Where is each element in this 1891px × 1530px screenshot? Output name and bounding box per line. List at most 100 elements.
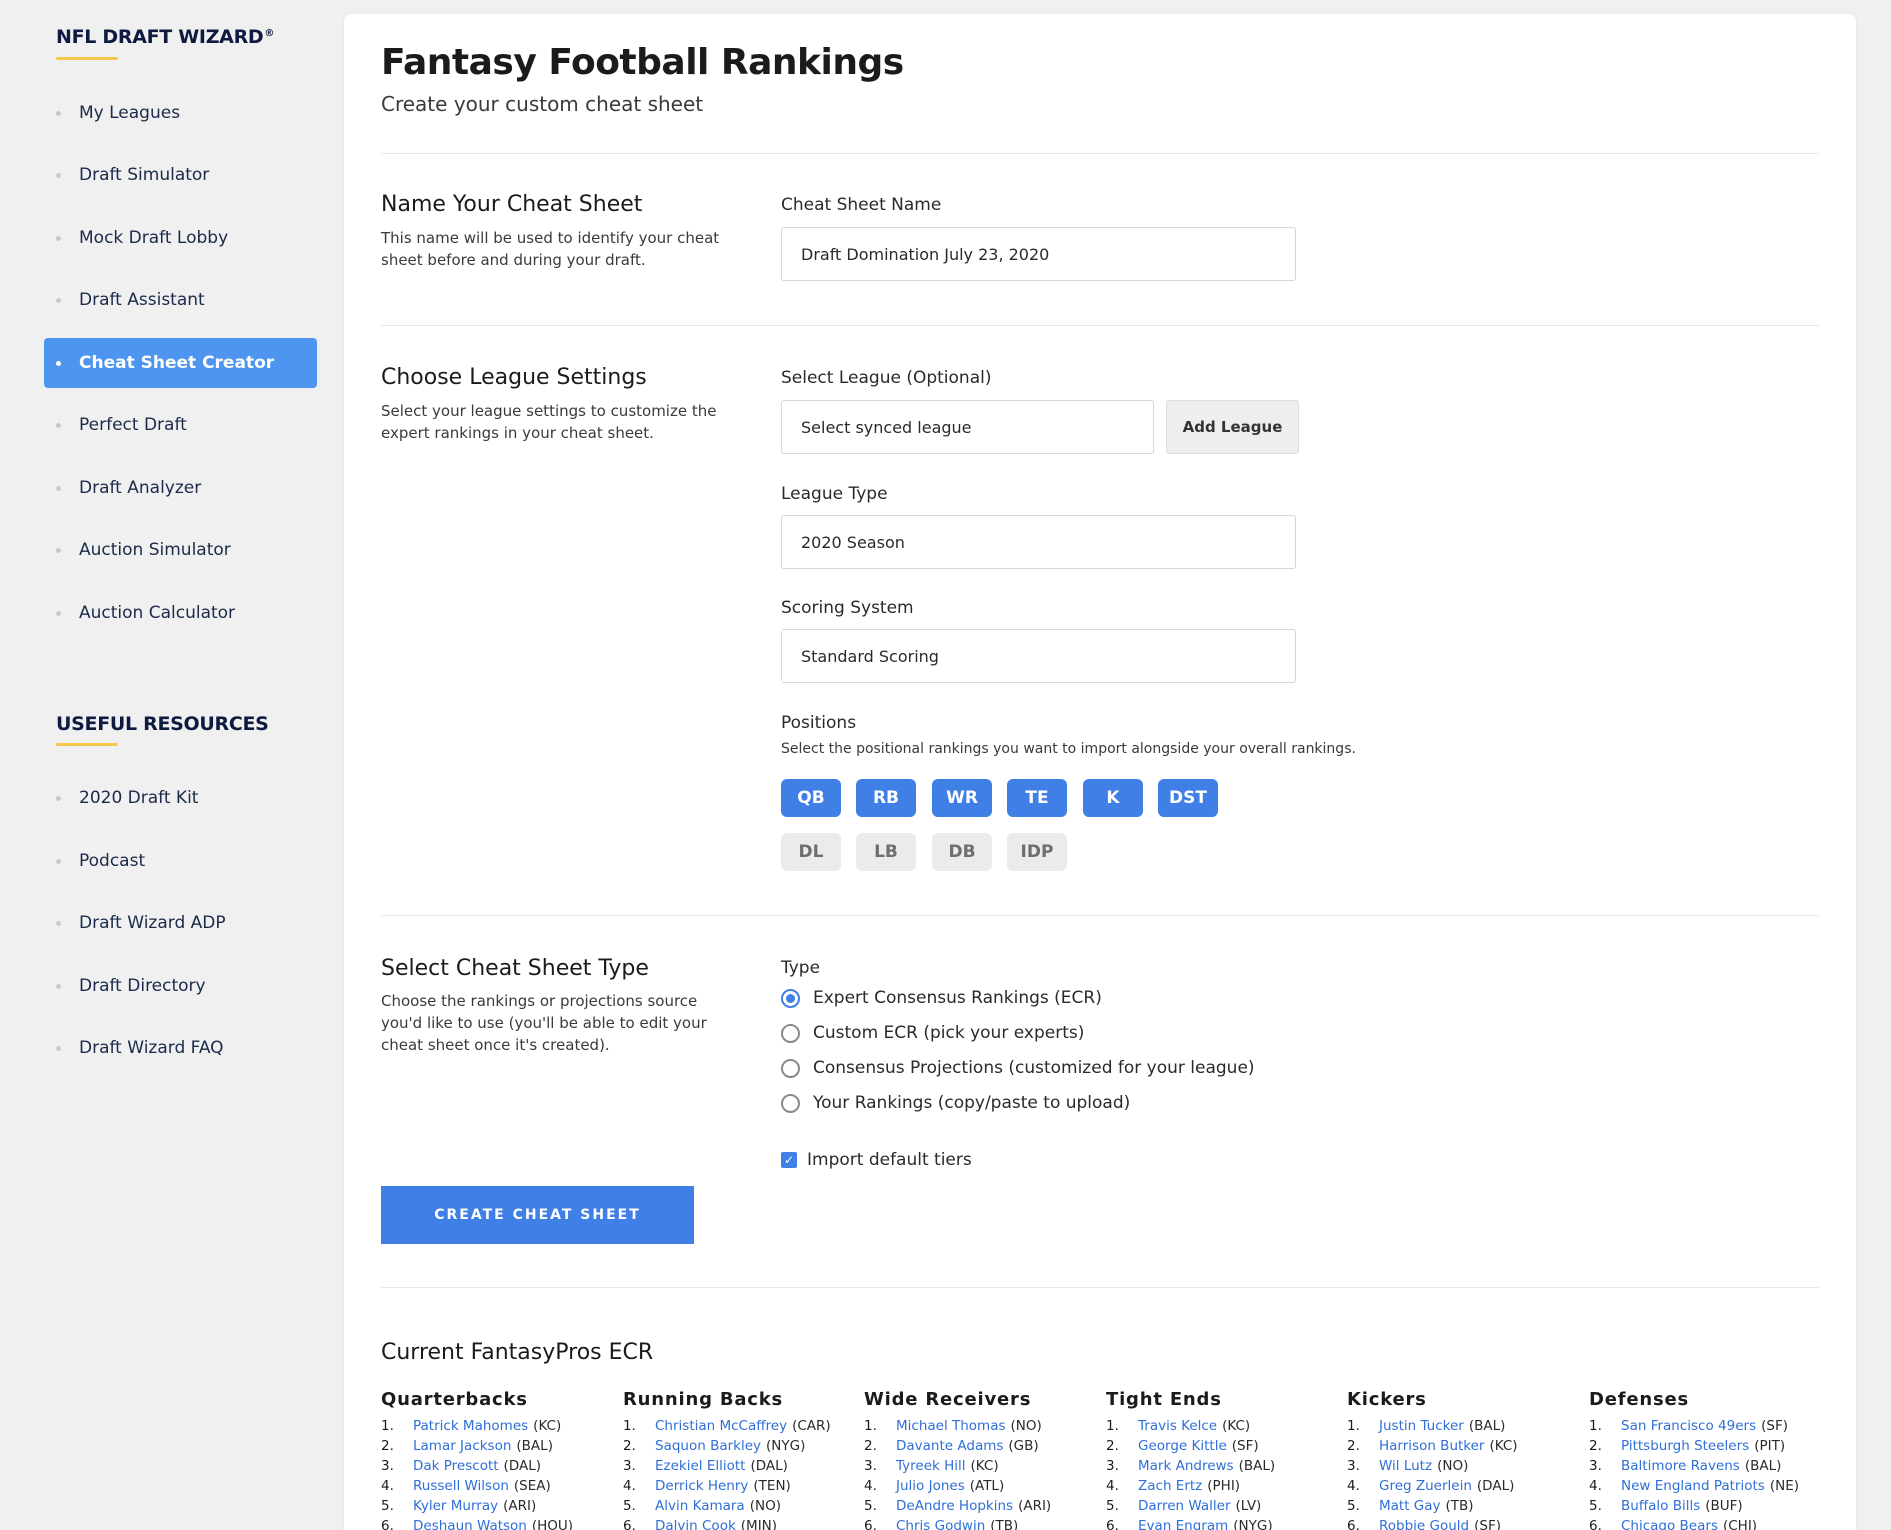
player-link[interactable]: Michael Thomas [896,1418,1006,1434]
resource-item-label: Draft Directory [79,976,206,996]
player-link[interactable]: George Kittle [1138,1438,1227,1454]
player-link[interactable]: Evan Engram [1138,1518,1228,1530]
player-link[interactable]: Davante Adams [896,1438,1003,1454]
position-toggle-qb[interactable]: QB [781,779,841,817]
ecr-row: 4. Russell Wilson (SEA) [381,1476,621,1496]
position-toggle-db[interactable]: DB [932,833,992,871]
rank-number: 3. [864,1458,877,1474]
player-link[interactable]: Dak Prescott [413,1458,499,1474]
rank-number: 6. [623,1518,636,1530]
select-league-dropdown[interactable]: Select synced league [781,400,1154,454]
player-link[interactable]: Chris Godwin [896,1518,985,1530]
league-type-select[interactable]: 2020 Season [781,515,1296,569]
team-abbr: (PIT) [1754,1438,1786,1454]
player-link[interactable]: New England Patriots [1621,1478,1765,1494]
radio-icon[interactable] [781,1093,800,1113]
player-link[interactable]: Derrick Henry [655,1478,748,1494]
ecr-row: 1. Christian McCaffrey (CAR) [623,1416,863,1436]
sidebar-item-draft-simulator[interactable]: Draft Simulator [44,150,317,200]
bullet-icon [56,422,61,428]
sidebar-item-my-leagues[interactable]: My Leagues [44,88,317,138]
player-link[interactable]: Russell Wilson [413,1478,509,1494]
player-link[interactable]: Justin Tucker [1379,1418,1464,1434]
player-link[interactable]: Baltimore Ravens [1621,1458,1740,1474]
resource-item-label: Draft Wizard ADP [79,913,226,933]
rank-number: 1. [623,1418,636,1434]
type-option-consensus-projections[interactable]: Consensus Projections (customized for yo… [781,1058,1255,1078]
player-link[interactable]: Pittsburgh Steelers [1621,1438,1749,1454]
sidebar-item-draft-assistant[interactable]: Draft Assistant [44,275,317,325]
player-link[interactable]: Darren Waller [1138,1498,1231,1514]
player-link[interactable]: Dalvin Cook [655,1518,736,1530]
player-link[interactable]: Deshaun Watson [413,1518,527,1530]
position-toggle-dl[interactable]: DL [781,833,841,871]
position-toggle-dst[interactable]: DST [1158,779,1218,817]
import-tiers-checkbox-row[interactable]: ✓ Import default tiers [781,1150,972,1170]
type-option-ecr[interactable]: Expert Consensus Rankings (ECR) [781,988,1102,1008]
player-link[interactable]: Julio Jones [896,1478,965,1494]
create-cheat-sheet-button[interactable]: CREATE CHEAT SHEET [381,1186,694,1244]
resource-item-podcast[interactable]: Podcast [44,836,317,886]
position-toggle-idp[interactable]: IDP [1007,833,1067,871]
rank-number: 6. [381,1518,394,1530]
add-league-button[interactable]: Add League [1166,400,1299,454]
position-toggle-lb[interactable]: LB [856,833,916,871]
player-link[interactable]: Alvin Kamara [655,1498,745,1514]
player-link[interactable]: Greg Zuerlein [1379,1478,1472,1494]
position-toggle-rb[interactable]: RB [856,779,916,817]
ecr-title: Current FantasyPros ECR [381,1340,654,1365]
player-link[interactable]: Tyreek Hill [896,1458,966,1474]
sidebar-item-auction-calculator[interactable]: Auction Calculator [44,588,317,638]
radio-icon[interactable] [781,1058,800,1078]
player-link[interactable]: Chicago Bears [1621,1518,1718,1530]
player-link[interactable]: Lamar Jackson [413,1438,511,1454]
player-link[interactable]: Kyler Murray [413,1498,498,1514]
sidebar-item-draft-analyzer[interactable]: Draft Analyzer [44,463,317,513]
resource-item-draft-directory[interactable]: Draft Directory [44,961,317,1011]
player-link[interactable]: Mark Andrews [1138,1458,1234,1474]
checkbox-checked-icon[interactable]: ✓ [781,1152,797,1168]
sidebar-item-perfect-draft[interactable]: Perfect Draft [44,400,317,450]
position-toggle-te[interactable]: TE [1007,779,1067,817]
cheat-sheet-name-input[interactable]: Draft Domination July 23, 2020 [781,227,1296,281]
player-link[interactable]: Patrick Mahomes [413,1418,528,1434]
player-link[interactable]: DeAndre Hopkins [896,1498,1013,1514]
player-link[interactable]: Christian McCaffrey [655,1418,787,1434]
sidebar-item-label: Perfect Draft [79,415,187,435]
player-link[interactable]: Matt Gay [1379,1498,1441,1514]
brand-logo[interactable]: NFL DRAFT WIZARD® [56,26,274,48]
radio-icon[interactable] [781,1023,800,1043]
ecr-row: 5. Alvin Kamara (NO) [623,1496,863,1516]
radio-selected-icon[interactable] [781,988,800,1008]
rank-number: 2. [1106,1438,1119,1454]
player-link[interactable]: Harrison Butker [1379,1438,1484,1454]
player-link[interactable]: Ezekiel Elliott [655,1458,745,1474]
resource-item-draft-wizard-faq[interactable]: Draft Wizard FAQ [44,1023,317,1073]
team-abbr: (BUF) [1705,1498,1743,1514]
rank-number: 2. [381,1438,394,1454]
type-option-your-rankings[interactable]: Your Rankings (copy/paste to upload) [781,1093,1130,1113]
player-link[interactable]: Travis Kelce [1138,1418,1217,1434]
sidebar-item-auction-simulator[interactable]: Auction Simulator [44,525,317,575]
player-link[interactable]: Buffalo Bills [1621,1498,1700,1514]
rank-number: 3. [1589,1458,1602,1474]
rank-number: 1. [1106,1418,1119,1434]
team-abbr: (CHI) [1722,1518,1758,1530]
sidebar-item-mock-draft-lobby[interactable]: Mock Draft Lobby [44,213,317,263]
resource-item-draft-kit[interactable]: 2020 Draft Kit [44,773,317,823]
player-link[interactable]: Robbie Gould [1379,1518,1469,1530]
sidebar-item-cheat-sheet-creator[interactable]: Cheat Sheet Creator [44,338,317,388]
rank-number: 1. [864,1418,877,1434]
player-link[interactable]: San Francisco 49ers [1621,1418,1756,1434]
type-option-custom-ecr[interactable]: Custom ECR (pick your experts) [781,1023,1084,1043]
player-link[interactable]: Wil Lutz [1379,1458,1432,1474]
resources-underline [56,743,118,746]
ecr-row: 1. San Francisco 49ers (SF) [1589,1416,1829,1436]
team-abbr: (BAL) [1468,1418,1506,1434]
position-toggle-wr[interactable]: WR [932,779,992,817]
resource-item-draft-wizard-adp[interactable]: Draft Wizard ADP [44,898,317,948]
player-link[interactable]: Saquon Barkley [655,1438,761,1454]
position-toggle-k[interactable]: K [1083,779,1143,817]
scoring-system-select[interactable]: Standard Scoring [781,629,1296,683]
player-link[interactable]: Zach Ertz [1138,1478,1202,1494]
